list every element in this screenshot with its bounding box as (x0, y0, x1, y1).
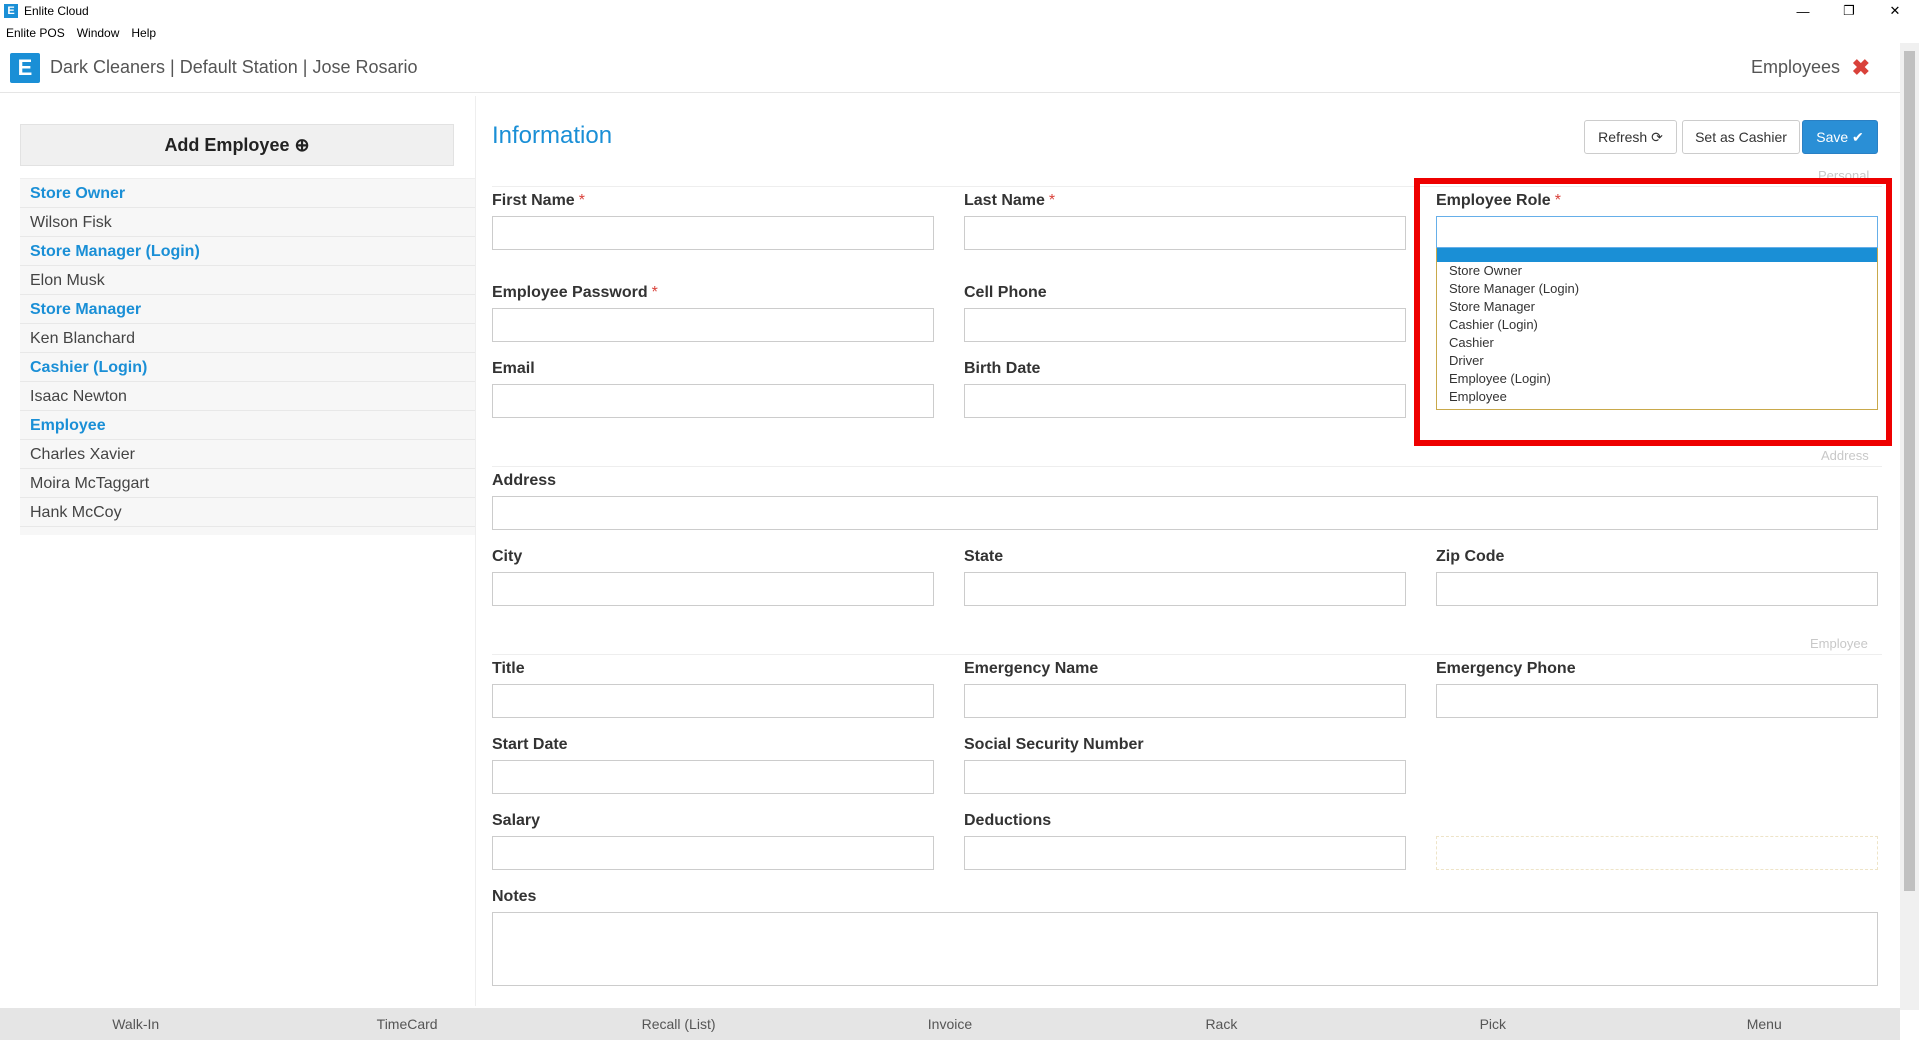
save-button[interactable]: Save ✔ (1802, 120, 1878, 154)
nav-pick[interactable]: Pick (1357, 1008, 1628, 1040)
set-as-cashier-button[interactable]: Set as Cashier (1682, 120, 1800, 154)
section-label-address: Address (1821, 448, 1869, 463)
section-title: Employees (1750, 57, 1840, 77)
close-window-button[interactable]: ✕ (1872, 0, 1918, 22)
bottom-nav: Walk-In TimeCard Recall (List) Invoice R… (0, 1008, 1900, 1040)
employee-password-input[interactable] (492, 308, 934, 342)
deductions-input[interactable] (964, 836, 1406, 870)
start-date-input[interactable] (492, 760, 934, 794)
list-item[interactable]: Wilson Fisk (20, 208, 475, 237)
address-input[interactable] (492, 496, 1878, 530)
address-label: Address (492, 472, 557, 489)
city-label: City (492, 548, 523, 565)
refresh-button[interactable]: Refresh ⟳ (1584, 120, 1677, 154)
minimize-button[interactable]: — (1780, 0, 1826, 22)
list-group-store-owner: Store Owner (20, 179, 475, 208)
list-item[interactable]: Elon Musk (20, 266, 475, 295)
state-label: State (964, 548, 1004, 565)
close-section-icon[interactable]: ✖ (1852, 55, 1870, 81)
first-name-label: First Name * (492, 192, 585, 209)
add-employee-button[interactable]: Add Employee ⊕ (20, 124, 454, 166)
page-header: E Dark Cleaners | Default Station | Jose… (0, 43, 1900, 93)
section-label-employee: Employee (1810, 636, 1868, 651)
deductions-label: Deductions (964, 812, 1052, 829)
nav-timecard[interactable]: TimeCard (271, 1008, 542, 1040)
nav-recall-list[interactable]: Recall (List) (543, 1008, 814, 1040)
state-input[interactable] (964, 572, 1406, 606)
menu-enlite-pos[interactable]: Enlite POS (6, 26, 65, 40)
employee-list: Store Owner Wilson Fisk Store Manager (L… (20, 178, 475, 535)
nav-menu[interactable]: Menu (1629, 1008, 1900, 1040)
last-name-input[interactable] (964, 216, 1406, 250)
cell-phone-input[interactable] (964, 308, 1406, 342)
birth-date-input[interactable] (964, 384, 1406, 418)
menu-bar: Enlite POS Window Help (0, 22, 1919, 43)
title-label: Title (492, 660, 525, 677)
form-title: Information (492, 122, 613, 149)
emergency-phone-label: Emergency Phone (1436, 660, 1576, 677)
email-label: Email (492, 360, 535, 377)
salary-input[interactable] (492, 836, 934, 870)
title-input[interactable] (492, 684, 934, 718)
list-group-store-manager: Store Manager (20, 295, 475, 324)
list-group-cashier-login: Cashier (Login) (20, 353, 475, 382)
scrollbar-thumb[interactable] (1904, 51, 1915, 891)
menu-window[interactable]: Window (77, 26, 120, 40)
first-name-input[interactable] (492, 216, 934, 250)
emergency-phone-input[interactable] (1436, 684, 1878, 718)
employee-sidebar: Add Employee ⊕ Store Owner Wilson Fisk S… (20, 124, 475, 535)
list-item[interactable]: Charles Xavier (20, 440, 475, 469)
list-group-employee: Employee (20, 411, 475, 440)
notes-label: Notes (492, 888, 537, 905)
zip-code-input[interactable] (1436, 572, 1878, 606)
list-group-store-manager-login: Store Manager (Login) (20, 237, 475, 266)
last-name-label: Last Name * (964, 192, 1056, 209)
emergency-name-label: Emergency Name (964, 660, 1099, 677)
panel-divider (475, 96, 476, 1006)
information-form: Information Refresh ⟳ Set as Cashier Sav… (492, 96, 1892, 1006)
window-title: Enlite Cloud (24, 4, 89, 18)
employee-password-label: Employee Password * (492, 284, 658, 301)
start-date-label: Start Date (492, 736, 568, 753)
title-bar: E Enlite Cloud (0, 0, 1919, 22)
list-item[interactable]: Hank McCoy (20, 498, 475, 527)
restore-button[interactable]: ❐ (1826, 0, 1872, 22)
empty-placeholder-field (1436, 836, 1878, 870)
vertical-scrollbar[interactable] (1900, 43, 1919, 1010)
breadcrumb: Dark Cleaners | Default Station | Jose R… (50, 57, 418, 77)
section-divider (492, 466, 1882, 467)
nav-invoice[interactable]: Invoice (814, 1008, 1085, 1040)
ssn-input[interactable] (964, 760, 1406, 794)
zip-code-label: Zip Code (1436, 548, 1505, 565)
notes-textarea[interactable] (492, 912, 1878, 986)
enlite-logo-icon: E (10, 52, 40, 83)
salary-label: Salary (492, 812, 541, 829)
nav-walk-in[interactable]: Walk-In (0, 1008, 271, 1040)
menu-help[interactable]: Help (131, 26, 156, 40)
cell-phone-label: Cell Phone (964, 284, 1047, 301)
birth-date-label: Birth Date (964, 360, 1041, 377)
section-divider (492, 654, 1882, 655)
city-input[interactable] (492, 572, 934, 606)
list-item[interactable]: Ken Blanchard (20, 324, 475, 353)
nav-rack[interactable]: Rack (1086, 1008, 1357, 1040)
ssn-label: Social Security Number (964, 736, 1144, 753)
highlight-box (1414, 178, 1892, 446)
list-item[interactable]: Moira McTaggart (20, 469, 475, 498)
emergency-name-input[interactable] (964, 684, 1406, 718)
app-icon: E (4, 4, 18, 18)
list-item[interactable]: Isaac Newton (20, 382, 475, 411)
email-input[interactable] (492, 384, 934, 418)
